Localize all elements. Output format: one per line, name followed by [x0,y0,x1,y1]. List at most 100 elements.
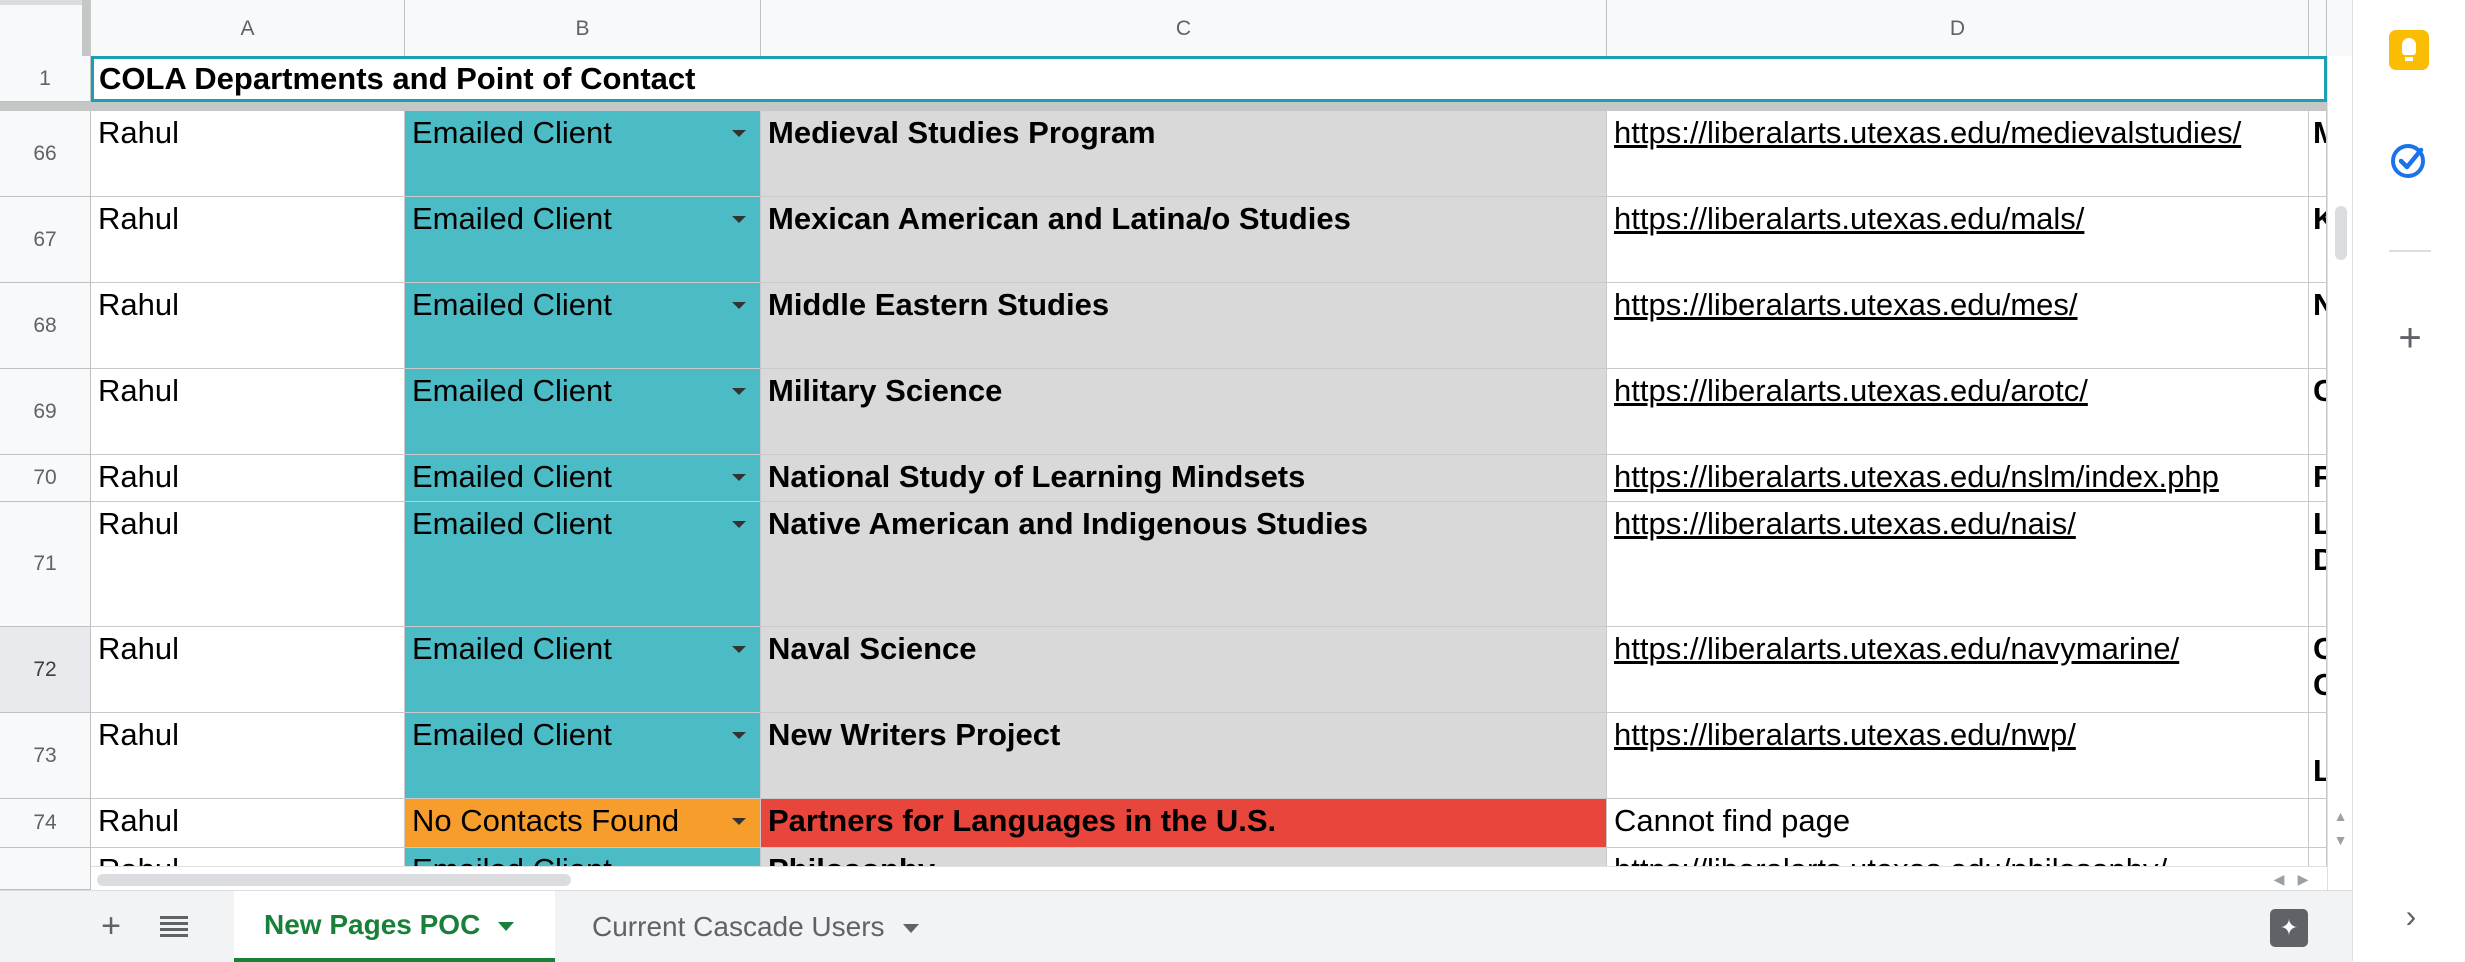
owner-cell[interactable]: Rahul [91,369,405,455]
sheet-tab-new-pages-poc[interactable]: New Pages POC [234,891,555,962]
row-header[interactable]: 1 [0,56,91,102]
department-link[interactable]: https://liberalarts.utexas.edu/mes/ [1614,287,2078,322]
spreadsheet-grid[interactable]: A B C D 1 COLA Departments and Point of … [0,0,2352,890]
dropdown-arrow-icon[interactable] [732,302,746,309]
department-cell[interactable]: New Writers Project [761,713,1607,799]
owner-cell[interactable]: Rahul [91,111,405,197]
owner-cell[interactable]: Rahul [91,627,405,713]
status-dropdown-cell[interactable]: Emailed Client [405,502,761,627]
url-cell[interactable]: https://liberalarts.utexas.edu/nais/ [1607,502,2309,627]
url-cell[interactable]: https://liberalarts.utexas.edu/mals/ [1607,197,2309,283]
scroll-down-icon[interactable]: ▼ [2332,828,2349,852]
scroll-right-icon[interactable]: ▶ [2291,867,2315,890]
list-icon[interactable] [149,901,199,951]
department-cell[interactable]: Native American and Indigenous Studies [761,502,1607,627]
department-cell[interactable]: Mexican American and Latina/o Studies [761,197,1607,283]
frozen-rows-divider[interactable] [0,102,2352,111]
contact-cell[interactable]: C [2309,369,2327,455]
column-header-d[interactable]: D [1607,0,2309,56]
department-link[interactable]: https://liberalarts.utexas.edu/mals/ [1614,201,2084,236]
department-cell[interactable]: Naval Science [761,627,1607,713]
status-dropdown-cell[interactable]: Emailed Client [405,455,761,502]
row-header[interactable]: 69 [0,369,91,455]
url-cell[interactable]: Cannot find page [1607,799,2309,848]
vertical-scrollbar[interactable]: ▲ ▼ [2327,56,2352,890]
department-cell[interactable]: Middle Eastern Studies [761,283,1607,369]
department-cell[interactable]: Military Science [761,369,1607,455]
row-header[interactable]: 74 [0,799,91,848]
status-dropdown-cell[interactable]: Emailed Client [405,369,761,455]
column-header-b[interactable]: B [405,0,761,56]
owner-cell[interactable]: Rahul [91,197,405,283]
owner-cell[interactable]: Rahul [91,713,405,799]
sheet-tab-current-cascade-users[interactable]: Current Cascade Users [562,891,962,962]
owner-cell[interactable]: Rahul [91,455,405,502]
dropdown-arrow-icon[interactable] [732,130,746,137]
row-header[interactable]: 72 [0,627,91,713]
department-link[interactable]: https://liberalarts.utexas.edu/nais/ [1614,506,2076,541]
owner-cell[interactable]: Rahul [91,799,405,848]
explore-icon[interactable]: ✦ [2270,909,2308,947]
status-dropdown-cell[interactable]: Emailed Client [405,627,761,713]
contact-cell[interactable]: F [2309,455,2327,502]
url-cell[interactable]: https://liberalarts.utexas.edu/navymarin… [1607,627,2309,713]
url-cell[interactable]: https://liberalarts.utexas.edu/nwp/ [1607,713,2309,799]
dropdown-arrow-icon[interactable] [732,474,746,481]
row-header[interactable] [0,848,91,890]
department-cell[interactable]: Medieval Studies Program [761,111,1607,197]
contact-cell[interactable]: L [2309,713,2327,799]
chevron-right-icon[interactable]: › [2391,896,2431,936]
status-dropdown-cell[interactable]: Emailed Client [405,713,761,799]
contact-cell[interactable]: LD [2309,502,2327,627]
url-cell[interactable]: https://liberalarts.utexas.edu/mes/ [1607,283,2309,369]
tasks-icon[interactable] [2388,141,2428,181]
department-link[interactable]: https://liberalarts.utexas.edu/navymarin… [1614,631,2179,666]
scroll-left-icon[interactable]: ◀ [2267,867,2291,890]
plus-icon[interactable]: + [86,901,136,951]
department-link[interactable]: https://liberalarts.utexas.edu/nslm/inde… [1614,459,2219,494]
status-dropdown-cell[interactable]: Emailed Client [405,197,761,283]
contact-cell[interactable]: K [2309,197,2327,283]
status-dropdown-cell[interactable]: Emailed Client [405,283,761,369]
department-link[interactable]: https://liberalarts.utexas.edu/arotc/ [1614,373,2088,408]
owner-cell[interactable]: Rahul [91,283,405,369]
row-header[interactable]: 68 [0,283,91,369]
contact-cell[interactable]: CC [2309,627,2327,713]
dropdown-arrow-icon[interactable] [732,521,746,528]
keep-icon[interactable] [2389,30,2429,70]
select-all-corner[interactable] [0,0,83,56]
horizontal-scroll-thumb[interactable] [97,874,571,886]
chevron-down-icon[interactable] [902,924,919,933]
row-header[interactable]: 66 [0,111,91,197]
dropdown-arrow-icon[interactable] [732,216,746,223]
url-cell[interactable]: https://liberalarts.utexas.edu/arotc/ [1607,369,2309,455]
owner-cell[interactable]: Rahul [91,502,405,627]
status-dropdown-cell[interactable]: No Contacts Found [405,799,761,848]
column-header-a[interactable]: A [91,0,405,56]
department-link[interactable]: https://liberalarts.utexas.edu/nwp/ [1614,717,2076,752]
row-freeze-handle[interactable] [0,0,82,5]
contact-cell[interactable]: M [2309,111,2327,197]
chevron-down-icon[interactable] [498,922,515,931]
column-freeze-handle[interactable] [82,0,91,56]
row-header[interactable]: 70 [0,455,91,502]
row-header[interactable]: 67 [0,197,91,283]
row-header[interactable]: 71 [0,502,91,627]
department-link[interactable]: https://liberalarts.utexas.edu/medievals… [1614,115,2241,150]
column-header-e[interactable] [2309,0,2327,56]
dropdown-arrow-icon[interactable] [732,388,746,395]
horizontal-scrollbar[interactable]: ◀ ▶ [91,866,2327,890]
contact-cell[interactable] [2309,799,2327,848]
department-cell[interactable]: National Study of Learning Mindsets [761,455,1607,502]
dropdown-arrow-icon[interactable] [732,732,746,739]
title-cell[interactable]: COLA Departments and Point of Contact [91,56,2327,102]
status-dropdown-cell[interactable]: Emailed Client [405,111,761,197]
url-cell[interactable]: https://liberalarts.utexas.edu/nslm/inde… [1607,455,2309,502]
scroll-up-icon[interactable]: ▲ [2332,804,2349,828]
vertical-scroll-thumb[interactable] [2335,206,2347,260]
dropdown-arrow-icon[interactable] [732,646,746,653]
dropdown-arrow-icon[interactable] [732,818,746,825]
department-cell[interactable]: Partners for Languages in the U.S. [761,799,1607,848]
contact-cell[interactable]: N [2309,283,2327,369]
column-header-c[interactable]: C [761,0,1607,56]
